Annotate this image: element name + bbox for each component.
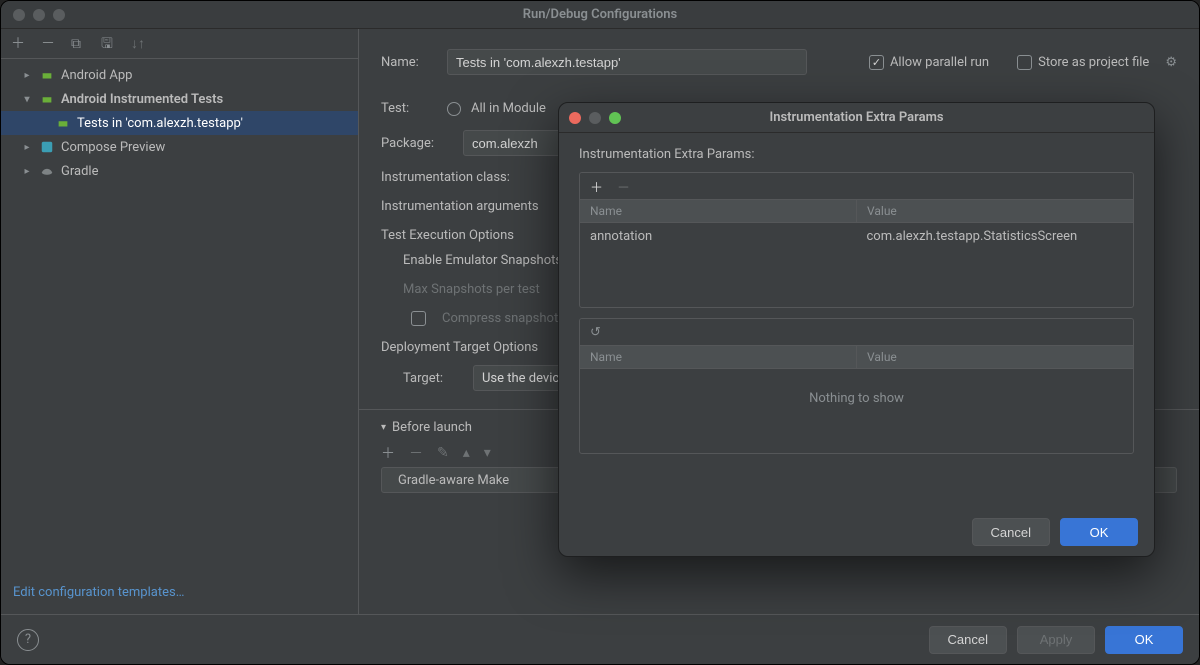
all-in-module-label: All in Module (471, 101, 546, 116)
instr-class-label: Instrumentation class: (381, 170, 510, 185)
empty-table-message: Nothing to show (580, 369, 1133, 428)
minimize-window-icon[interactable] (33, 9, 45, 21)
store-as-file-checkbox[interactable]: Store as project file (1017, 55, 1149, 70)
move-down-icon: ▾ (484, 445, 491, 461)
zoom-window-icon[interactable] (53, 9, 65, 21)
chevron-down-icon: ▾ (381, 422, 386, 433)
name-label: Name: (381, 55, 437, 70)
store-as-file-label: Store as project file (1038, 55, 1149, 70)
dialog-titlebar: Instrumentation Extra Params (559, 103, 1154, 133)
enable-snapshots-label: Enable Emulator Snapshots (403, 253, 562, 268)
tree-label: Gradle (61, 164, 98, 179)
remove-task-icon: － (409, 443, 423, 463)
extra-params-table: ＋ － Name Value annotation com.alexzh.tes… (579, 172, 1134, 308)
compress-snapshots-label: Compress snapshots (442, 311, 565, 326)
task-label: Gradle-aware Make (398, 473, 509, 488)
column-header-name[interactable]: Name (580, 200, 857, 222)
window-traffic-lights (13, 9, 65, 21)
table-row[interactable]: annotation com.alexzh.testapp.Statistics… (580, 223, 1133, 249)
save-config-icon[interactable]: 🖫 (101, 37, 117, 51)
tree-label: Tests in 'com.alexzh.testapp' (77, 116, 243, 131)
cancel-button[interactable]: Cancel (929, 626, 1007, 654)
dialog-ok-button[interactable]: OK (1060, 518, 1138, 546)
tree-node-android-app[interactable]: ▸ Android App (1, 63, 358, 87)
column-header-value[interactable]: Value (857, 200, 1133, 222)
dialog-button-bar: Cancel OK (559, 508, 1154, 556)
android-icon (39, 68, 55, 82)
dialog-cancel-button[interactable]: Cancel (972, 518, 1050, 546)
gradle-icon (39, 164, 55, 178)
tree-node-gradle[interactable]: ▸ Gradle (1, 159, 358, 183)
remove-config-icon[interactable]: － (41, 37, 57, 51)
chevron-right-icon: ▸ (21, 142, 33, 153)
allow-parallel-label: Allow parallel run (890, 55, 989, 70)
android-test-icon (55, 116, 71, 130)
chevron-right-icon: ▸ (21, 166, 33, 177)
tree-node-instrumented-tests[interactable]: ▾ Android Instrumented Tests (1, 87, 358, 111)
config-name-input[interactable] (447, 49, 807, 75)
extra-params-table-secondary: ↺ Name Value Nothing to show (579, 318, 1134, 454)
apply-button: Apply (1017, 626, 1095, 654)
dialog-button-bar: ? Cancel Apply OK (1, 614, 1199, 664)
compose-icon (39, 140, 55, 154)
move-up-icon: ▴ (463, 445, 470, 461)
package-label: Package: (381, 136, 453, 151)
instr-args-label: Instrumentation arguments (381, 199, 539, 214)
checkbox-icon (1017, 55, 1032, 70)
zoom-dialog-icon[interactable] (609, 112, 621, 124)
add-param-icon[interactable]: ＋ (590, 177, 603, 196)
column-header-value[interactable]: Value (857, 346, 1133, 368)
close-window-icon[interactable] (13, 9, 25, 21)
titlebar: Run/Debug Configurations (1, 1, 1199, 29)
copy-config-icon[interactable]: ⧉ (71, 37, 87, 51)
ok-button[interactable]: OK (1105, 626, 1183, 654)
checkbox-icon (411, 311, 426, 326)
tree-node-compose-preview[interactable]: ▸ Compose Preview (1, 135, 358, 159)
edit-task-icon: ✎ (437, 445, 449, 461)
checkbox-checked-icon (869, 55, 884, 70)
allow-parallel-checkbox[interactable]: Allow parallel run (869, 55, 989, 70)
dialog-title: Instrumentation Extra Params (559, 110, 1154, 125)
tree-label: Compose Preview (61, 140, 165, 155)
test-label: Test: (381, 101, 437, 116)
window-title: Run/Debug Configurations (1, 7, 1199, 22)
add-config-icon[interactable]: ＋ (11, 37, 27, 51)
configurations-sidebar: ＋ － ⧉ 🖫 ↓↑ ▸ Android App ▾ (1, 29, 359, 614)
extra-params-rows[interactable]: annotation com.alexzh.testapp.Statistics… (580, 223, 1133, 307)
chevron-down-icon: ▾ (21, 94, 33, 105)
instrumentation-extra-params-dialog: Instrumentation Extra Params Instrumenta… (558, 102, 1155, 557)
target-label: Target: (403, 371, 463, 386)
edit-templates-link[interactable]: Edit configuration templates… (13, 585, 184, 600)
android-test-icon (39, 92, 55, 106)
tree-label: Android App (61, 68, 132, 83)
minimize-dialog-icon (589, 112, 601, 124)
revert-icon[interactable]: ↺ (590, 325, 601, 340)
gear-icon[interactable]: ⚙ (1165, 55, 1177, 70)
tree-label: Android Instrumented Tests (61, 92, 223, 107)
chevron-right-icon: ▸ (21, 70, 33, 81)
close-dialog-icon[interactable] (569, 112, 581, 124)
before-launch-label: Before launch (392, 420, 472, 435)
dialog-heading: Instrumentation Extra Params: (579, 147, 1134, 162)
param-name-cell[interactable]: annotation (580, 229, 857, 244)
param-value-cell[interactable]: com.alexzh.testapp.StatisticsScreen (857, 229, 1134, 244)
sidebar-toolbar: ＋ － ⧉ 🖫 ↓↑ (1, 29, 358, 59)
help-icon[interactable]: ? (17, 629, 39, 651)
max-snapshots-label: Max Snapshots per test (403, 282, 540, 297)
radio-all-in-module[interactable] (447, 102, 461, 116)
remove-param-icon: － (617, 177, 630, 196)
column-header-name[interactable]: Name (580, 346, 857, 368)
configurations-tree[interactable]: ▸ Android App ▾ Android Instrumented Tes… (1, 59, 358, 575)
sort-config-icon: ↓↑ (131, 37, 147, 51)
add-task-icon[interactable]: ＋ (381, 443, 395, 463)
tree-node-tests-in-package[interactable]: Tests in 'com.alexzh.testapp' (1, 111, 358, 135)
